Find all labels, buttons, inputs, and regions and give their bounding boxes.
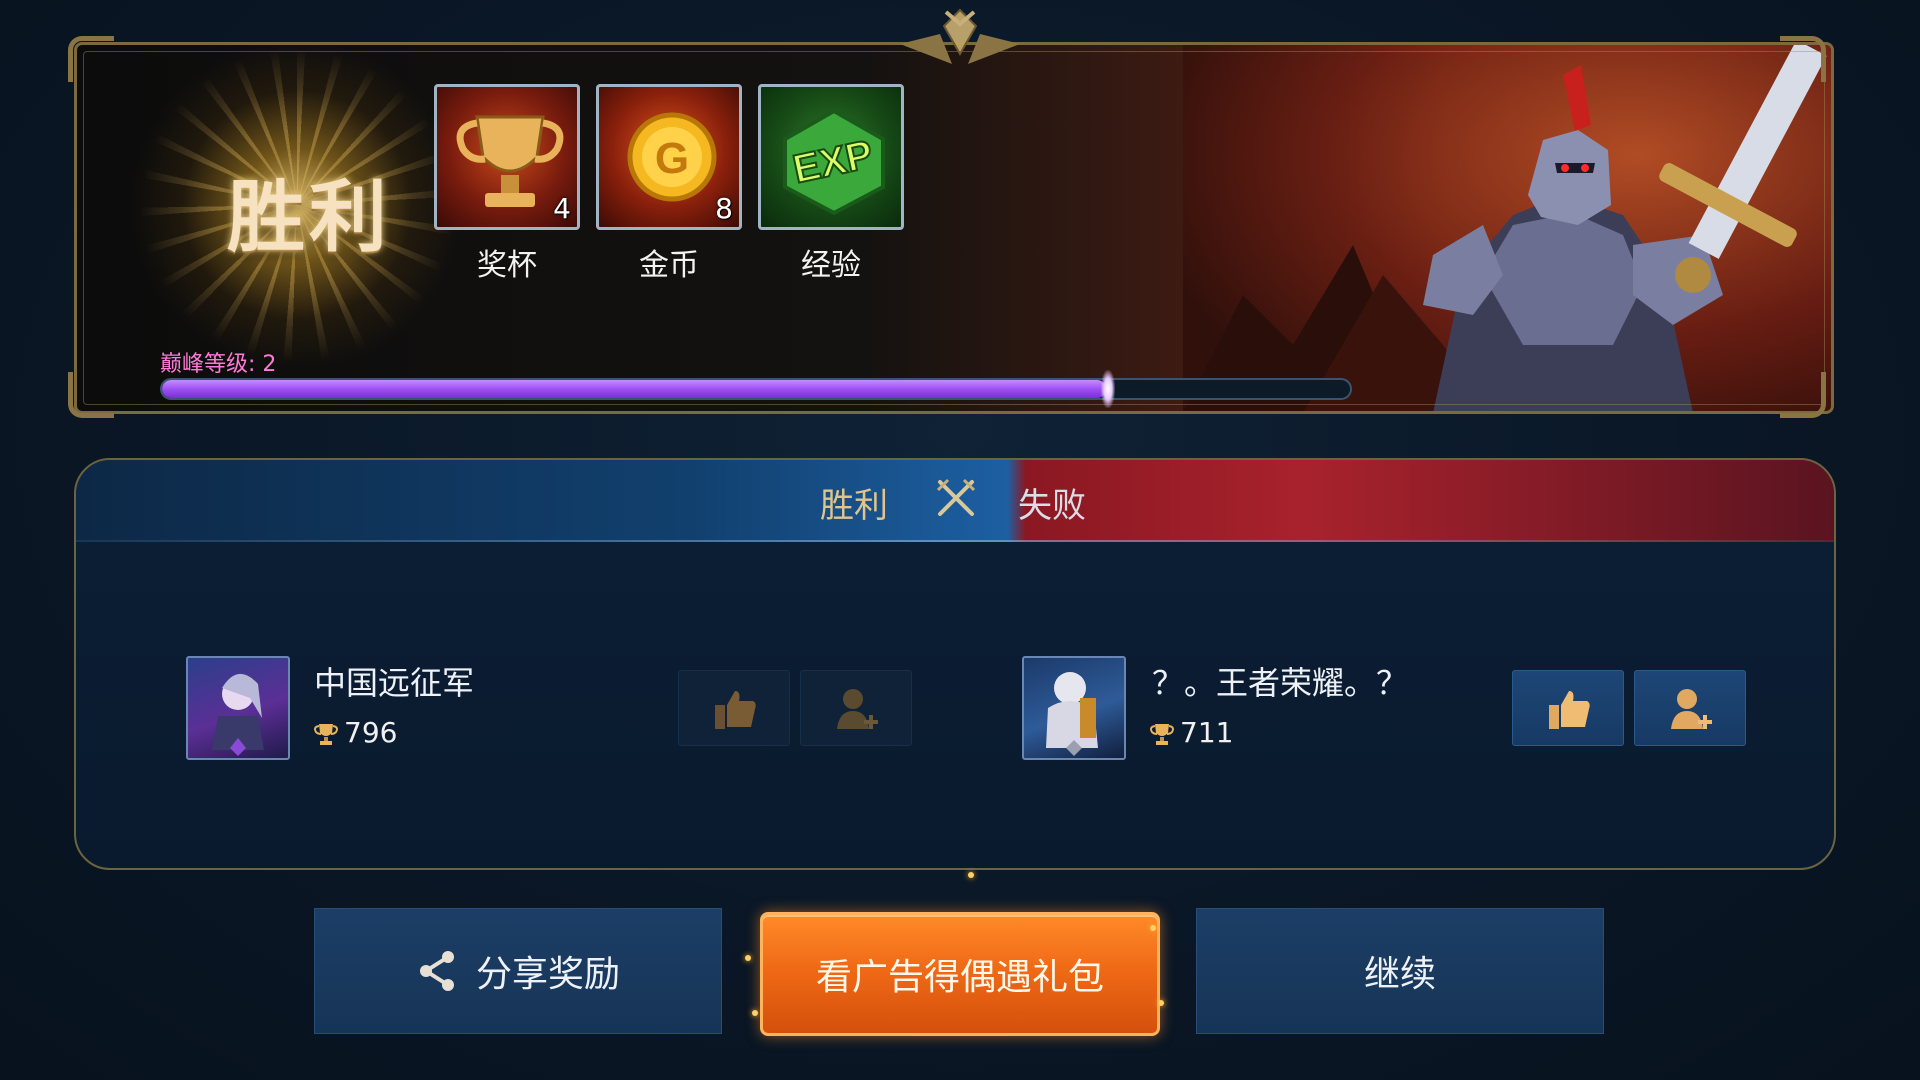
spark-effect [968,872,974,878]
like-button[interactable] [678,670,790,746]
thumbs-up-icon [1549,691,1590,729]
reward-count: 8 [715,192,733,225]
player-trophies: 711 [1180,716,1234,749]
avatar[interactable] [1022,656,1126,760]
spark-effect [745,955,751,961]
reward-label: 经验 [801,248,861,283]
trophy-icon [1150,724,1174,745]
peak-progress-fill [162,380,1107,398]
lose-side-label: 失败 [1018,486,1086,526]
thumbs-up-icon [715,691,756,729]
peak-progress-bar [160,378,1352,400]
continue-button[interactable]: 继续 [1196,908,1604,1034]
add-friend-icon [1671,689,1712,729]
peak-progress-tip [1100,370,1115,408]
like-button[interactable] [1512,670,1624,746]
rank-emblem-icon [900,8,1020,64]
watch-ad-button[interactable]: 看广告得偶遇礼包 [760,912,1160,1036]
win-side-label: 胜利 [820,486,888,526]
frame-corner [1780,36,1826,82]
reward-label: 奖杯 [477,248,537,283]
player-name: 中国远征军 [314,664,475,702]
share-icon [419,951,454,991]
player-avatar-icon [1046,672,1098,756]
spark-effect [1158,1000,1164,1006]
frame-corner [68,372,114,418]
exp-icon: EXP [783,108,885,216]
avatar[interactable] [186,656,290,760]
victory-banner: 胜利 [74,42,1834,414]
player-avatar-icon [212,673,264,756]
knight-artwork [1183,45,1831,411]
player-name: ？。王者荣耀。？ [1152,664,1409,702]
trophy-icon [314,724,338,745]
add-friend-icon [837,689,878,729]
frame-corner [1780,372,1826,418]
watch-ad-button-label: 看广告得偶遇礼包 [815,957,1104,998]
reward-trophy: 4 [434,84,580,230]
share-reward-button[interactable]: 分享奖励 [314,908,722,1034]
spark-effect [752,1010,758,1016]
continue-button-label: 继续 [1363,954,1436,995]
add-friend-button[interactable] [1634,670,1746,746]
spark-effect [1150,925,1156,931]
svg-text:G: G [655,134,689,183]
reward-count: 4 [553,192,571,225]
reward-gold: G 8 [596,84,742,230]
crossed-swords-icon [936,478,976,516]
peak-level-label: 巅峰等级: 2 [160,352,277,377]
reward-label: 金币 [639,248,699,283]
frame-corner [68,36,114,82]
add-friend-button[interactable] [800,670,912,746]
player-trophies: 796 [344,716,398,749]
reward-exp: EXP [758,84,904,230]
victory-title: 胜利 [226,173,391,263]
share-button-label: 分享奖励 [475,954,620,995]
